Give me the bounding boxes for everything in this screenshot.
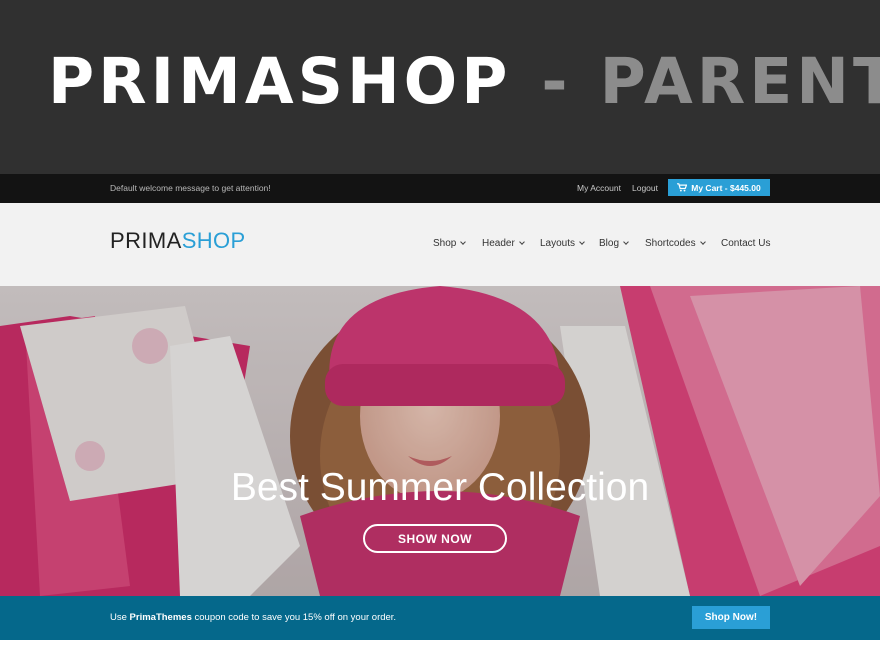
chevron-down-icon (699, 239, 706, 245)
welcome-message: Default welcome message to get attention… (110, 183, 271, 193)
chevron-down-icon (518, 239, 525, 245)
chevron-down-icon (579, 239, 585, 245)
nav-label: Contact Us (721, 238, 771, 249)
nav-item-blog[interactable]: Blog (599, 238, 629, 249)
hero-title: Best Summer Collection (230, 466, 650, 509)
shop-now-button[interactable]: Shop Now! (692, 606, 770, 629)
banner-title: PRIMASHOP - PARENT (48, 50, 880, 113)
site-logo[interactable]: PRIMASHOP (110, 230, 246, 252)
promo-text-pre: Use (110, 612, 130, 623)
theme-banner: PRIMASHOP - PARENT (0, 0, 880, 174)
nav-item-header[interactable]: Header (482, 238, 525, 249)
nav-item-layouts[interactable]: Layouts (540, 238, 585, 249)
banner-title-main: PRIMASHOP (48, 45, 512, 118)
nav-item-shop[interactable]: Shop (433, 238, 467, 249)
nav-label: Shortcodes (645, 238, 696, 249)
promo-text-post: coupon code to save you 15% off on your … (191, 612, 397, 623)
chevron-down-icon (623, 239, 629, 245)
logout-link[interactable]: Logout (632, 183, 658, 193)
chevron-down-icon (460, 239, 467, 245)
show-now-button[interactable]: SHOW NOW (363, 524, 507, 553)
promo-text: Use PrimaThemes coupon code to save you … (110, 612, 396, 623)
nav-label: Blog (599, 238, 620, 249)
cart-icon (677, 183, 688, 192)
nav-label: Layouts (540, 238, 576, 249)
nav-label: Header (482, 238, 515, 249)
banner-title-sub: PARENT (599, 45, 880, 118)
banner-title-separator: - (541, 45, 572, 118)
cart-button[interactable]: My Cart - $445.00 (668, 179, 770, 196)
nav-item-shortcodes[interactable]: Shortcodes (645, 238, 706, 249)
my-account-link[interactable]: My Account (577, 183, 621, 193)
nav-item-contact-us[interactable]: Contact Us (721, 238, 770, 249)
nav-label: Shop (433, 238, 457, 249)
logo-part-prima: PRIMA (110, 228, 182, 253)
promo-code: PrimaThemes (129, 612, 192, 623)
cart-label: My Cart - $445.00 (691, 182, 761, 193)
logo-part-shop: SHOP (181, 228, 246, 253)
